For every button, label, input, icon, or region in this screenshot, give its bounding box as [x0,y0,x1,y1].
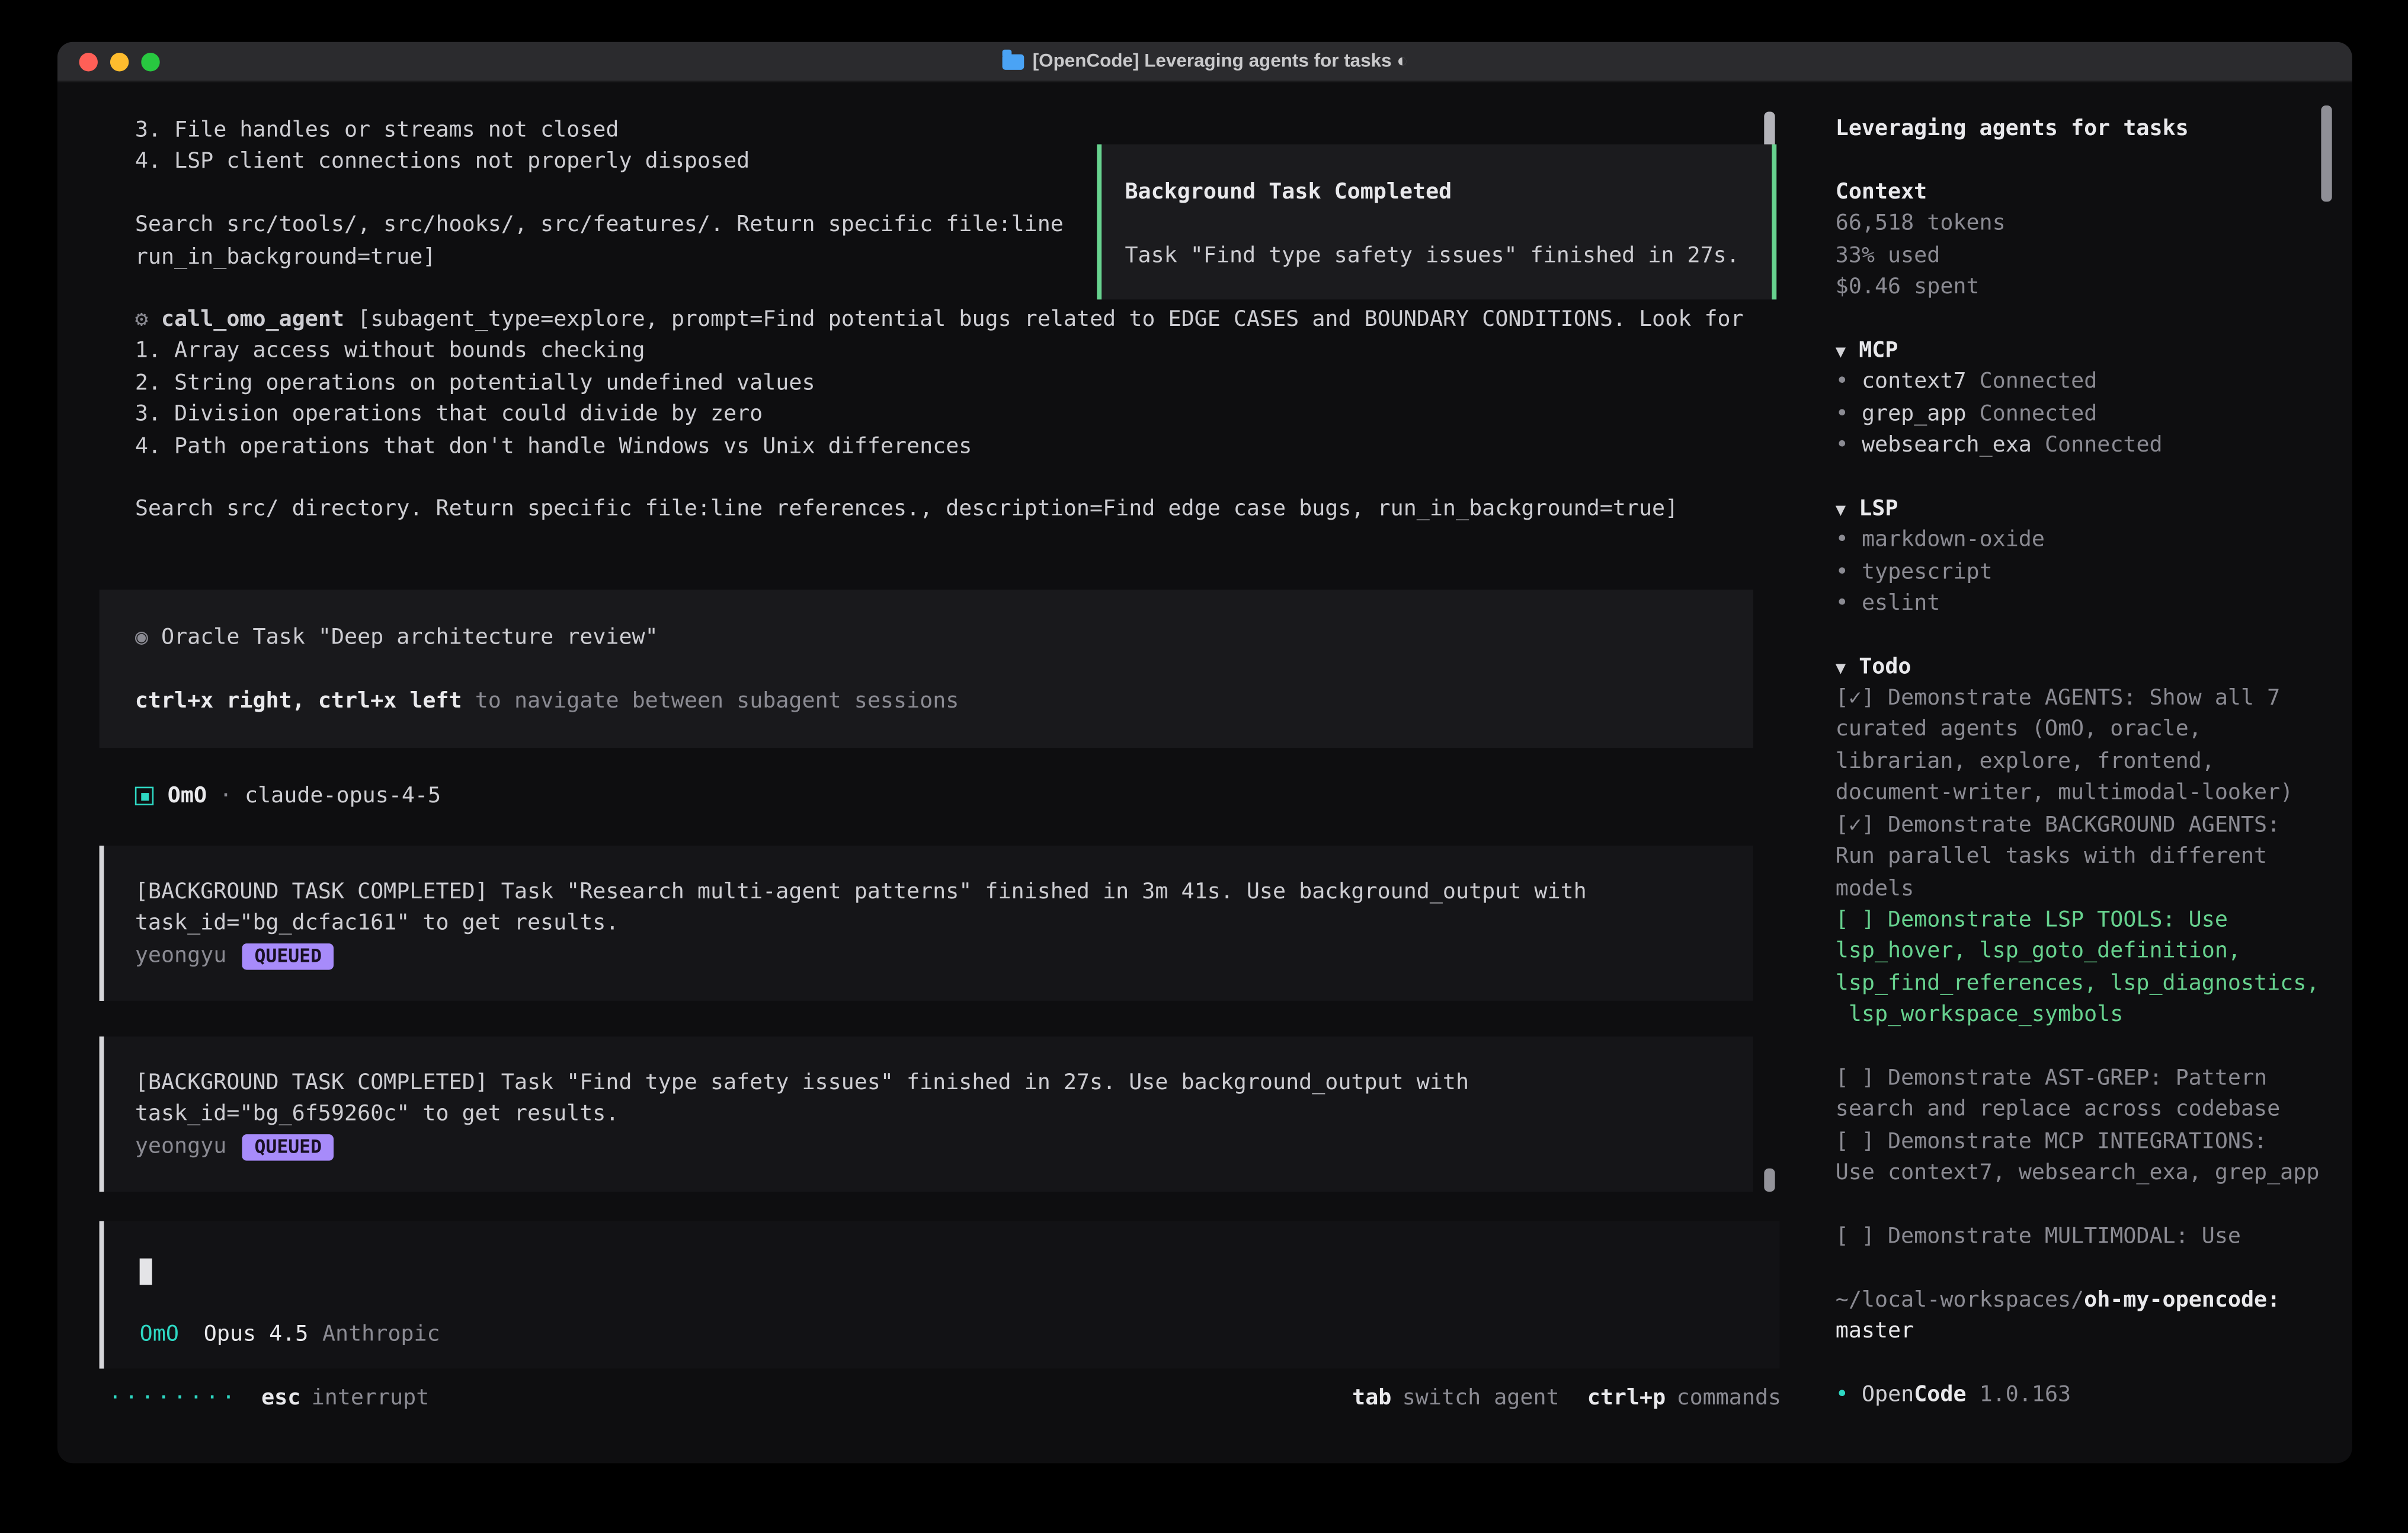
chevron-down-icon: ▼ [1836,341,1846,361]
bullet-icon: • [1836,401,1849,426]
message-body: [BACKGROUND TASK COMPLETED] Task "Find t… [135,1068,1753,1131]
input-model-name: Opus 4.5 [204,1319,309,1350]
scrollback-text: 3. File handles or streams not closed 4.… [135,115,1064,273]
minimize-button[interactable] [110,53,129,71]
tool-args: [subagent_type=explore, prompt=Find pote… [357,307,1744,332]
model-indicator: OmO Opus 4.5 Anthropic [140,1319,440,1350]
tab-key: tab [1352,1382,1391,1414]
bullet-icon: • [1836,1382,1849,1407]
oracle-task-panel: ◉ Oracle Task "Deep architecture review"… [100,590,1753,748]
queued-message: [BACKGROUND TASK COMPLETED] Task "Resear… [100,846,1753,1001]
todo-item: [✓] Demonstrate BACKGROUND AGENTS: Run p… [1836,809,2352,904]
tool-call-block: ⚙ call_omo_agent [subagent_type=explore,… [135,304,1744,526]
bullet-icon: • [1836,559,1849,584]
input-provider-name: Anthropic [322,1319,440,1350]
chevron-down-icon: ▼ [1836,657,1846,677]
window-controls [79,42,160,82]
esc-hint: escinterrupt [261,1382,429,1414]
bullet-icon: • [1836,528,1849,553]
sidebar: Leveraging agents for tasks Context 66,5… [1811,82,2352,1464]
input-agent-name: OmO [140,1319,179,1350]
esc-key: esc [261,1382,300,1414]
folder-icon [1001,53,1023,69]
window-title: [OpenCode] Leveraging agents for tasks ◐ [1001,46,1408,77]
oracle-navigation-hint: ctrl+x right, ctrl+x left to navigate be… [135,686,1753,717]
gear-icon: ⚙ [135,307,148,332]
chevron-down-icon: ▼ [1836,499,1846,519]
mcp-item: • websearch_exa Connected [1836,430,2352,461]
toast-title: Background Task Completed [1125,177,1772,209]
agent-icon-dot [140,792,148,800]
screen: [OpenCode] Leveraging agents for tasks ◐… [0,0,2408,1533]
zoom-button[interactable] [141,53,159,71]
mcp-item: • grep_app Connected [1836,398,2352,430]
lsp-item: • markdown-oxide [1836,524,2352,556]
commands-hint: ctrl+pcommands [1587,1382,1781,1414]
titlebar[interactable]: [OpenCode] Leveraging agents for tasks ◐ [57,42,2352,82]
toast-body: Task "Find type safety issues" finished … [1125,240,1772,271]
text-cursor [140,1259,152,1285]
ctrl-p-key: ctrl+p [1587,1382,1666,1414]
message-meta: yeongyu QUEUED [135,940,1753,971]
record-icon: ◉ [135,625,148,650]
prompt-input[interactable]: OmO Opus 4.5 Anthropic [100,1221,1780,1369]
agent-header: OmO · claude-opus-4-5 [135,780,441,812]
opencode-version: • OpenCode 1.0.163 [1836,1380,2352,1411]
context-heading: Context [1836,177,2352,208]
status-right: tabswitch agent ctrl+pcommands [1352,1382,1781,1414]
agent-name: OmO [168,780,207,812]
tool-args-continued: 1. Array access without bounds checking … [135,336,1744,526]
spinner-icon: ········ [108,1382,238,1414]
lsp-section-heading[interactable]: ▼ LSP [1836,493,2352,524]
message-body: [BACKGROUND TASK COMPLETED] Task "Resear… [135,876,1753,940]
omo-agent-icon [135,787,153,805]
bullet-icon: • [1836,433,1849,457]
shortcut-key: ctrl+x left [318,689,462,713]
lsp-item: • typescript [1836,556,2352,588]
bullet-icon: • [1836,370,1849,395]
todo-item: [ ] Demonstrate AST-GREP: Pattern search… [1836,1063,2352,1126]
status-left: ········ escinterrupt [108,1382,429,1414]
tab-hint: tabswitch agent [1352,1382,1559,1414]
oracle-task-title: ◉ Oracle Task "Deep architecture review" [135,622,1753,654]
session-title: Leveraging agents for tasks [1836,113,2352,145]
toast-notification: Background Task Completed Task "Find typ… [1097,145,1776,300]
queued-message: [BACKGROUND TASK COMPLETED] Task "Find t… [100,1036,1753,1192]
window-title-text: [OpenCode] Leveraging agents for tasks ◐ [1033,46,1408,77]
workspace-path: ~/local-workspaces/oh-my-opencode: [1836,1285,2352,1316]
separator-dot: · [219,780,232,812]
message-author: yeongyu [135,1131,227,1162]
todo-item: [ ] Demonstrate MULTIMODAL: Use [1836,1221,2352,1253]
main-scrollbar-thumb[interactable] [1764,1169,1775,1192]
lsp-item: • eslint [1836,588,2352,619]
terminal-window: [OpenCode] Leveraging agents for tasks ◐… [57,42,2352,1464]
message-author: yeongyu [135,940,227,971]
status-bar: ········ escinterrupt tabswitch agent ct… [108,1382,1781,1414]
mcp-item: • context7 Connected [1836,366,2352,398]
tool-name: call_omo_agent [161,307,344,332]
close-button[interactable] [79,53,98,71]
shortcut-key: ctrl+x right, [135,689,305,713]
status-badge: QUEUED [242,943,334,969]
todo-item: [ ] Demonstrate MCP INTEGRATIONS: Use co… [1836,1126,2352,1189]
todo-section-heading[interactable]: ▼ Todo [1836,651,2352,683]
todo-item: [✓] Demonstrate AGENTS: Show all 7 curat… [1836,683,2352,809]
bullet-icon: • [1836,591,1849,616]
todo-item: [ ] Demonstrate LSP TOOLS: Use lsp_hover… [1836,904,2352,1031]
agent-model: claude-opus-4-5 [245,780,441,812]
context-stats: 66,518 tokens 33% used $0.46 spent [1836,208,2352,303]
mcp-section-heading[interactable]: ▼ MCP [1836,335,2352,366]
status-badge: QUEUED [242,1134,334,1160]
sidebar-scrollbar-thumb[interactable] [2321,105,2332,201]
tool-call-line: ⚙ call_omo_agent [subagent_type=explore,… [135,304,1744,335]
workspace-branch: master [1836,1316,2352,1348]
message-meta: yeongyu QUEUED [135,1131,1753,1162]
